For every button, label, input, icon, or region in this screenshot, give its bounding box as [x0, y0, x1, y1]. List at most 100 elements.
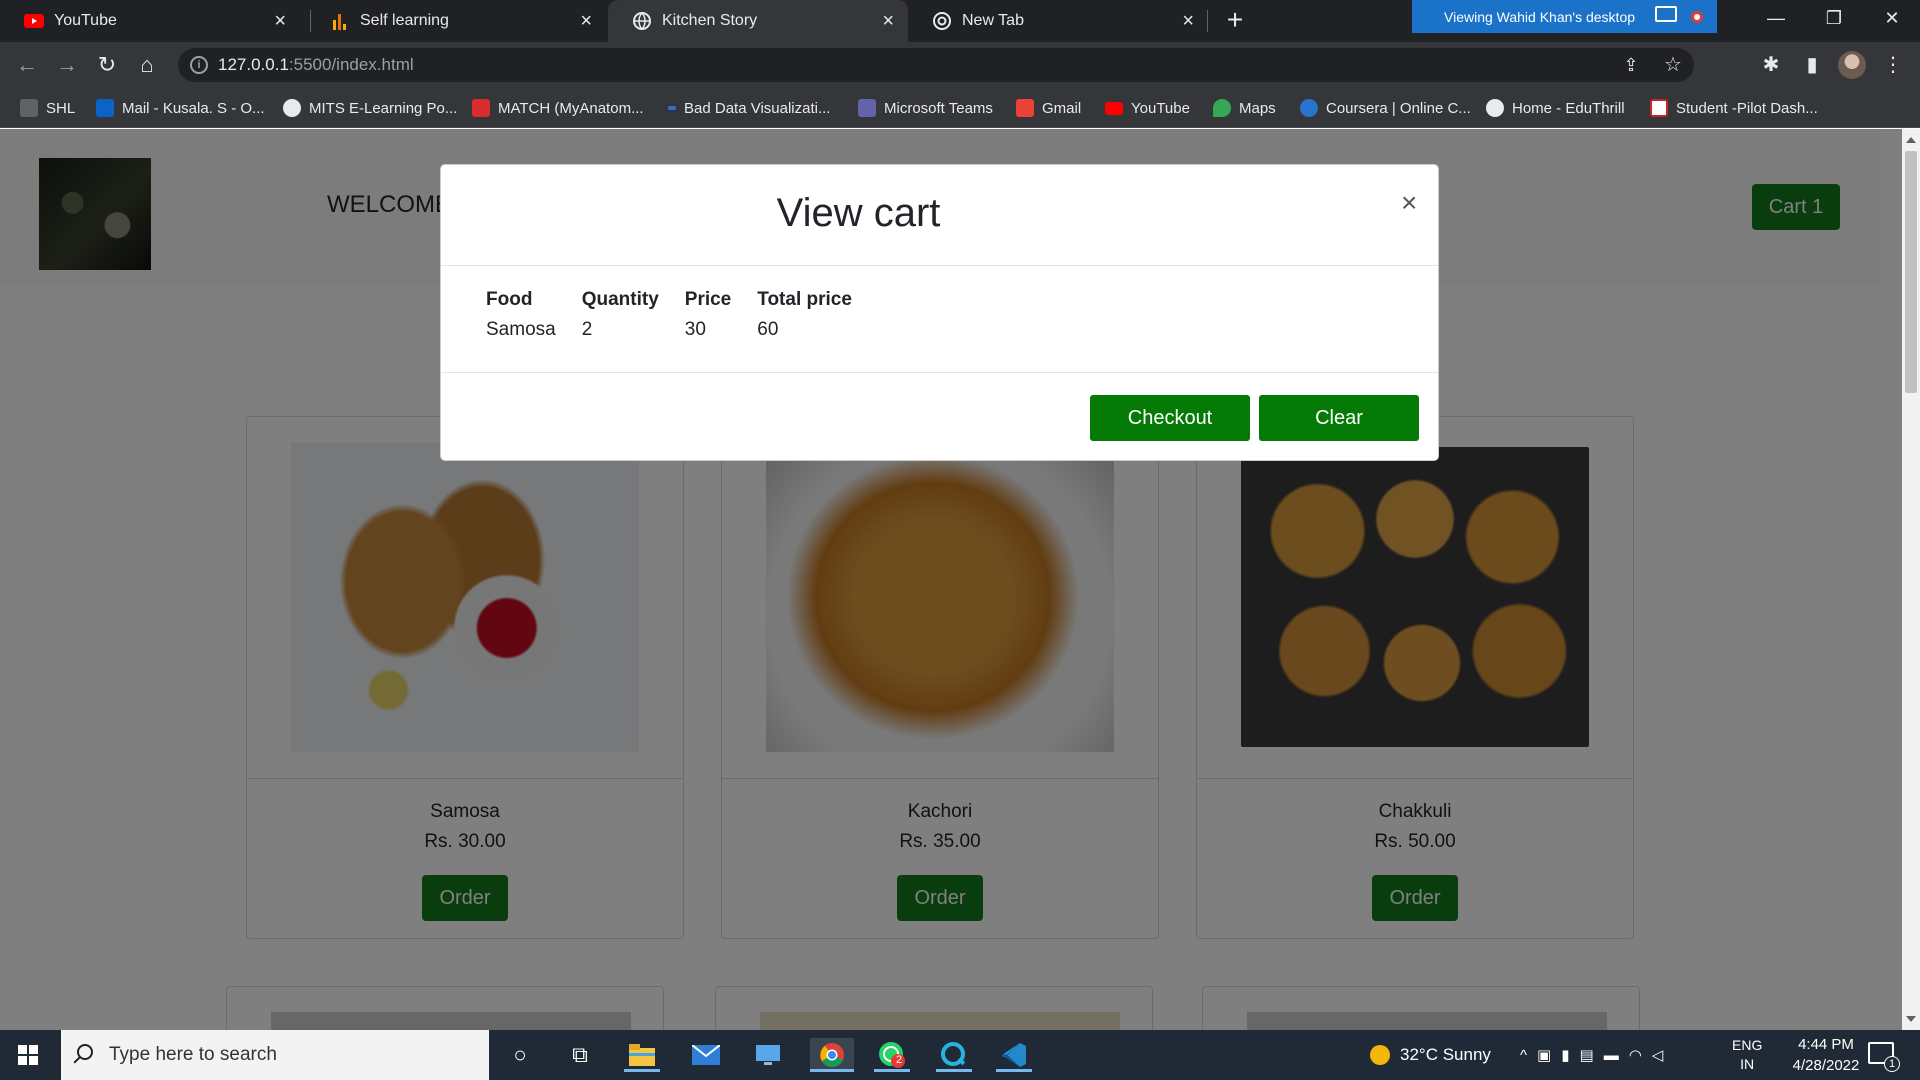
close-icon[interactable]: ×: [1182, 11, 1194, 31]
extensions-puzzle-icon[interactable]: ✱: [1756, 50, 1786, 80]
back-arrow-icon[interactable]: ←: [12, 50, 42, 80]
tab-strip: YouTube × Self learning × Kitchen Story …: [0, 0, 1920, 42]
bookmark-gmail[interactable]: Gmail: [1016, 96, 1081, 120]
share-icon[interactable]: ⇪: [1616, 50, 1646, 80]
scroll-down-arrow-icon[interactable]: [1906, 1016, 1916, 1022]
checkout-button[interactable]: Checkout: [1090, 395, 1250, 441]
clock-date: 4/28/2022: [1792, 1057, 1860, 1074]
star-bookmark-icon[interactable]: ☆: [1658, 50, 1688, 80]
tab-kitchen-story[interactable]: Kitchen Story ×: [608, 0, 908, 42]
bookmark-bad-data[interactable]: Bad Data Visualizati...: [668, 96, 830, 120]
chrome-taskbar-icon[interactable]: [810, 1038, 854, 1072]
new-tab-plus-icon[interactable]: +: [1220, 6, 1250, 36]
vscode-icon[interactable]: [996, 1038, 1032, 1072]
display-icon[interactable]: ▤: [1580, 1046, 1604, 1064]
windows-start-icon[interactable]: [18, 1045, 38, 1065]
language-indicator[interactable]: ENG IN: [1732, 1030, 1762, 1080]
menu-kebab-icon[interactable]: ⋮: [1878, 50, 1908, 80]
mail-icon[interactable]: [688, 1038, 724, 1072]
bookmark-maps[interactable]: Maps: [1213, 96, 1276, 120]
scroll-up-arrow-icon[interactable]: [1906, 137, 1916, 143]
taskbar-clock[interactable]: 4:44 PM 4/28/2022: [1776, 1034, 1876, 1076]
chevron-up-icon[interactable]: ^: [1520, 1047, 1537, 1064]
browser-toolbar: ← → ↻ ⌂ i 127.0.0.1:5500/index.html ☆ ⇪ …: [0, 42, 1920, 88]
bookmark-match[interactable]: MATCH (MyAnatom...: [472, 96, 644, 120]
microphone-icon[interactable]: ▮: [1561, 1046, 1579, 1064]
site-info-icon[interactable]: i: [190, 56, 208, 74]
tab-title: YouTube: [54, 12, 117, 29]
bookmark-coursera[interactable]: Coursera | Online C...: [1300, 96, 1471, 120]
bookmark-label: Maps: [1239, 99, 1276, 117]
active-indicator: [996, 1069, 1032, 1072]
modal-footer: Checkout Clear: [441, 372, 1438, 460]
bookmark-teams[interactable]: Microsoft Teams: [858, 96, 993, 120]
weather-widget[interactable]: 32°C Sunny: [1370, 1030, 1491, 1080]
speaker-icon[interactable]: ◁: [1652, 1046, 1674, 1064]
lang-line-2: IN: [1740, 1056, 1755, 1072]
page-scrollbar[interactable]: [1902, 129, 1920, 1030]
file-explorer-icon[interactable]: [624, 1038, 660, 1072]
bookmark-student[interactable]: Student -Pilot Dash...: [1650, 96, 1818, 120]
chrome-icon: [932, 11, 952, 31]
column-header: Total price: [757, 289, 852, 310]
remote-desktop-icon[interactable]: [750, 1038, 786, 1072]
tab-youtube[interactable]: YouTube ×: [0, 0, 300, 42]
modal-title: View cart: [776, 191, 941, 235]
task-view-icon[interactable]: ⧉: [562, 1038, 598, 1072]
modal-header: View cart ×: [441, 165, 1438, 266]
bookmark-label: Student -Pilot Dash...: [1676, 99, 1818, 117]
wifi-icon[interactable]: ◠: [1629, 1046, 1652, 1064]
taskbar-search-box[interactable]: Type here to search: [61, 1030, 489, 1080]
bookmark-shl[interactable]: SHL: [20, 96, 75, 120]
bookmark-youtube[interactable]: YouTube: [1105, 96, 1190, 120]
address-bar[interactable]: i 127.0.0.1:5500/index.html ☆ ⇪: [178, 48, 1694, 82]
active-indicator: [624, 1069, 660, 1072]
notification-count: 1: [1884, 1056, 1900, 1072]
window-close-icon[interactable]: ✕: [1864, 0, 1920, 36]
close-icon[interactable]: ×: [274, 11, 286, 31]
battery-icon[interactable]: ▬: [1604, 1047, 1629, 1064]
tab-self-learning[interactable]: Self learning ×: [306, 0, 606, 42]
remote-desktop-banner[interactable]: Viewing Wahid Khan's desktop: [1412, 0, 1717, 33]
youtube-icon: [24, 11, 44, 31]
bookmark-mail[interactable]: Mail - Kusala. S - O...: [96, 96, 265, 120]
cortana-icon[interactable]: ○: [502, 1038, 538, 1072]
bookmark-mits[interactable]: MITS E-Learning Po...: [283, 96, 457, 120]
forward-arrow-icon[interactable]: →: [52, 50, 82, 80]
meet-now-icon[interactable]: ▣: [1537, 1046, 1561, 1064]
monitor-icon: [1655, 6, 1677, 22]
quick-assist-icon[interactable]: [936, 1038, 972, 1072]
gmail-icon: [1016, 99, 1034, 117]
close-icon[interactable]: ×: [882, 11, 894, 31]
bookmark-label: Mail - Kusala. S - O...: [122, 99, 265, 117]
clear-button[interactable]: Clear: [1259, 395, 1419, 441]
close-icon[interactable]: ×: [580, 11, 592, 31]
system-tray-icons[interactable]: ^ ▣ ▮ ▤ ▬ ◠ ◁: [1520, 1030, 1673, 1080]
close-icon[interactable]: ×: [1401, 189, 1417, 217]
reload-icon[interactable]: ↻: [92, 50, 122, 80]
bookmark-label: Gmail: [1042, 99, 1082, 117]
tab-new-tab[interactable]: New Tab ×: [908, 0, 1208, 42]
maps-icon: [1213, 99, 1231, 117]
shl-icon: [20, 99, 38, 117]
table-row: Samosa 2 30 60: [486, 319, 878, 341]
globe-icon: [632, 11, 652, 31]
tab-title: Kitchen Story: [662, 12, 758, 29]
bookmark-eduthrill[interactable]: Home - EduThrill: [1486, 96, 1625, 120]
profile-avatar[interactable]: [1838, 51, 1866, 79]
column-header: Quantity: [581, 289, 659, 310]
tab-title: New Tab: [962, 12, 1024, 29]
eduthrill-icon: [1486, 99, 1504, 117]
search-placeholder: Type here to search: [109, 1044, 277, 1065]
scrollbar-thumb[interactable]: [1905, 151, 1917, 393]
coursera-icon: [1300, 99, 1318, 117]
minimize-icon[interactable]: —: [1748, 0, 1804, 36]
restore-icon[interactable]: ❐: [1806, 0, 1862, 36]
recording-icon: [1691, 11, 1703, 23]
side-panel-icon[interactable]: ▮: [1797, 50, 1827, 80]
analytics-icon: [330, 11, 350, 31]
url-host: 127.0.0.1: [218, 55, 289, 74]
whatsapp-icon[interactable]: 2: [874, 1038, 910, 1072]
home-icon[interactable]: ⌂: [132, 50, 162, 80]
bookmark-label: Bad Data Visualizati...: [684, 99, 831, 117]
